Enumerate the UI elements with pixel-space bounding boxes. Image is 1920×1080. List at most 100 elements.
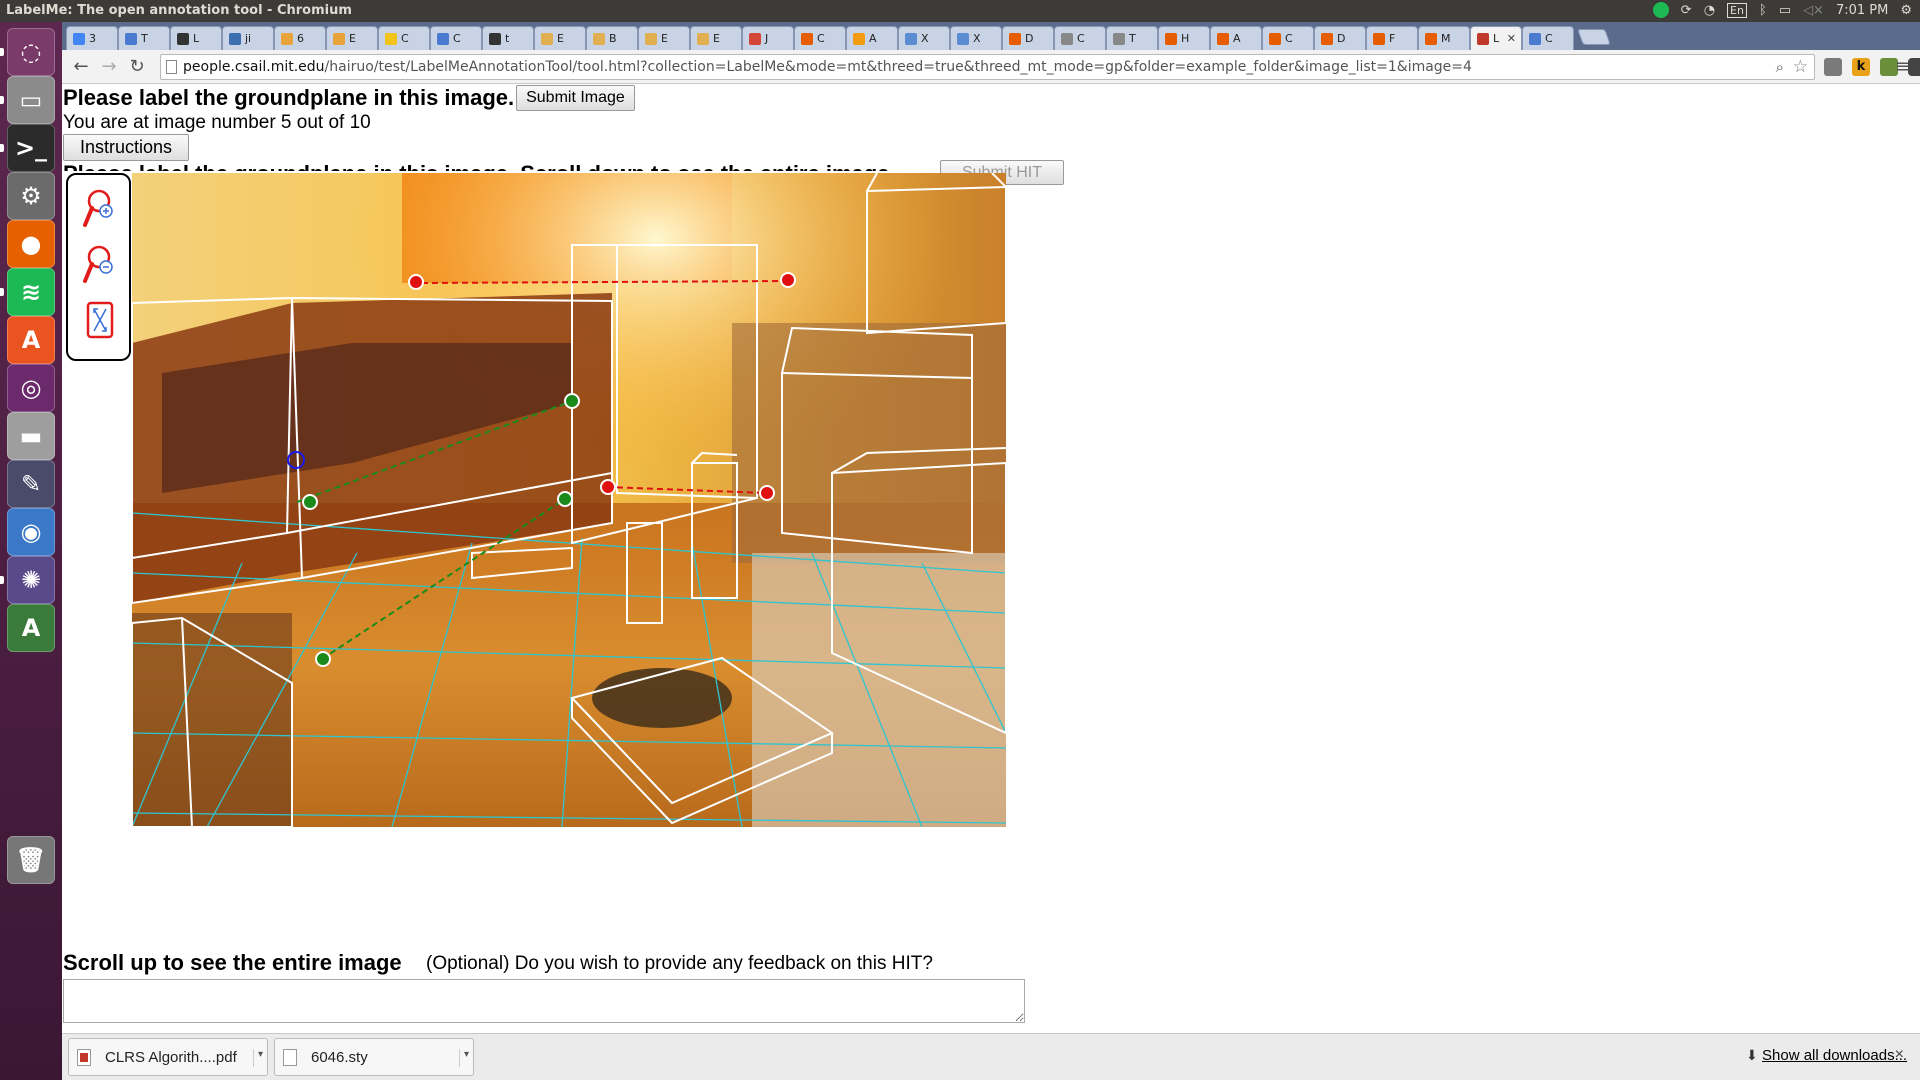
red-control-point[interactable] [780, 272, 796, 288]
shutter-icon[interactable]: ✺ [7, 556, 55, 604]
browser-tab[interactable]: C [378, 26, 430, 50]
browser-tab[interactable]: C [794, 26, 846, 50]
spotify-tray-icon[interactable] [1652, 2, 1669, 18]
spotify-icon[interactable]: ≋ [7, 268, 55, 316]
browser-tab[interactable]: D [1002, 26, 1054, 50]
browser-tab[interactable]: E [326, 26, 378, 50]
reload-icon[interactable]: ↻ [126, 56, 148, 78]
browser-tab[interactable]: t [482, 26, 534, 50]
forward-arrow-icon[interactable]: → [98, 56, 120, 78]
download-item-sty[interactable]: 6046.sty ▾ [274, 1038, 474, 1076]
browser-tab[interactable]: B [586, 26, 638, 50]
scroll-up-hint: Scroll up to see the entire image [63, 950, 402, 975]
green-control-point[interactable] [315, 651, 331, 667]
tab-favicon-icon [1529, 32, 1541, 45]
sync-tray-icon[interactable]: ⟳ [1681, 3, 1692, 18]
volume-tray-icon[interactable]: ◁× [1803, 3, 1824, 18]
gear-icon[interactable]: ⚙ [1900, 3, 1912, 18]
browser-tab[interactable]: L ✕ [1470, 26, 1522, 50]
disk-icon[interactable]: ▬ [7, 412, 55, 460]
download-item-pdf[interactable]: CLRS Algorith....pdf ▾ [68, 1038, 268, 1076]
browser-tab[interactable]: F [1366, 26, 1418, 50]
bluetooth-tray-icon[interactable]: ᛒ [1759, 3, 1767, 18]
green-control-point[interactable] [564, 393, 580, 409]
zoom-icon[interactable]: ⌕ [1776, 55, 1784, 79]
browser-tab[interactable]: ji [222, 26, 274, 50]
browser-tab[interactable]: C [1054, 26, 1106, 50]
close-tab-icon[interactable]: ✕ [1507, 32, 1516, 45]
browser-tab[interactable]: C [430, 26, 482, 50]
browser-tab[interactable]: X [898, 26, 950, 50]
browser-tab[interactable]: J [742, 26, 794, 50]
clipped-heading-text: Please label the groundplane in this ima… [63, 163, 896, 172]
settings-icon[interactable]: ⚙ [7, 172, 55, 220]
instructions-button[interactable]: Instructions [63, 134, 189, 161]
zoom-in-icon[interactable] [82, 187, 118, 231]
firefox-icon[interactable]: ● [7, 220, 55, 268]
battery-tray-icon[interactable]: ▭ [1779, 3, 1791, 18]
browser-tab[interactable]: E [534, 26, 586, 50]
tab-label: C [1077, 32, 1085, 45]
browser-tab[interactable]: C [1262, 26, 1314, 50]
browser-tab[interactable]: T [118, 26, 170, 50]
trash-icon[interactable]: 🗑 [7, 836, 55, 884]
green-control-point[interactable] [302, 494, 318, 510]
chromium-icon[interactable]: ◉ [7, 508, 55, 556]
browser-tab[interactable]: M [1418, 26, 1470, 50]
tab-label: 3 [89, 32, 96, 45]
tab-label: H [1181, 32, 1190, 45]
tab-favicon-icon [229, 32, 241, 45]
show-all-downloads-link[interactable]: Show all downloads... [1762, 1047, 1907, 1064]
browser-tab[interactable]: 6 [274, 26, 326, 50]
software-center-icon[interactable]: A [7, 316, 55, 364]
green-control-point[interactable] [557, 491, 573, 507]
browser-tab[interactable]: X [950, 26, 1002, 50]
k-extension-icon[interactable]: k [1852, 58, 1870, 76]
unity-icon[interactable]: ◎ [7, 364, 55, 412]
chrome-menu-icon[interactable]: ≡ [1895, 56, 1910, 77]
tab-favicon-icon [1113, 32, 1125, 45]
annotation-canvas[interactable] [132, 173, 1006, 827]
files-icon[interactable]: ▭ [7, 76, 55, 124]
running-indicator [0, 576, 4, 584]
browser-tab[interactable]: L [170, 26, 222, 50]
wifi-tray-icon[interactable]: ◔ [1704, 3, 1715, 18]
dash-icon[interactable]: ◌ [7, 28, 55, 76]
browser-tab[interactable]: D [1314, 26, 1366, 50]
fit-image-icon[interactable] [82, 299, 118, 343]
chevron-down-icon[interactable]: ▾ [458, 1049, 469, 1067]
tab-label: F [1389, 32, 1396, 45]
browser-tab[interactable]: C [1522, 26, 1574, 50]
updater-icon[interactable]: A [7, 604, 55, 652]
submit-image-button[interactable]: Submit Image [516, 85, 635, 111]
zoom-out-icon[interactable] [82, 243, 118, 287]
tab-favicon-icon [749, 32, 761, 45]
terminal-icon[interactable]: >_ [7, 124, 55, 172]
feedback-textarea[interactable] [63, 979, 1025, 1023]
browser-tab[interactable]: E [638, 26, 690, 50]
red-control-point[interactable] [759, 485, 775, 501]
new-tab-button[interactable] [1577, 29, 1611, 45]
red-control-point[interactable] [600, 479, 616, 495]
annotated-image[interactable] [132, 173, 1006, 827]
browser-tab[interactable]: T [1106, 26, 1158, 50]
close-icon[interactable]: × [1895, 1046, 1904, 1064]
tab-strip: 3 T Lji 6 E C Ct E B E E J C A X X D C T H A C D F M L ✕ C [62, 22, 1920, 50]
browser-tab[interactable]: E [690, 26, 742, 50]
running-indicator [0, 48, 4, 56]
download-filename: CLRS Algorith....pdf [105, 1048, 237, 1066]
clock[interactable]: 7:01 PM [1836, 3, 1888, 18]
red-control-point[interactable] [408, 274, 424, 290]
keyboard-layout-indicator[interactable]: En [1727, 2, 1747, 18]
back-arrow-icon[interactable]: ← [70, 56, 92, 78]
browser-tab[interactable]: 3 [66, 26, 118, 50]
browser-tab[interactable]: H [1158, 26, 1210, 50]
inkscape-icon[interactable]: ✎ [7, 460, 55, 508]
bookmark-star-icon[interactable]: ☆ [1793, 55, 1808, 79]
address-bar[interactable]: people.csail.mit.edu/hairuo/test/LabelMe… [160, 54, 1815, 80]
browser-tab[interactable]: A [1210, 26, 1262, 50]
tab-label: E [349, 32, 356, 45]
chevron-down-icon[interactable]: ▾ [252, 1049, 263, 1067]
browser-tab[interactable]: A [846, 26, 898, 50]
extension-icon[interactable] [1824, 58, 1842, 76]
